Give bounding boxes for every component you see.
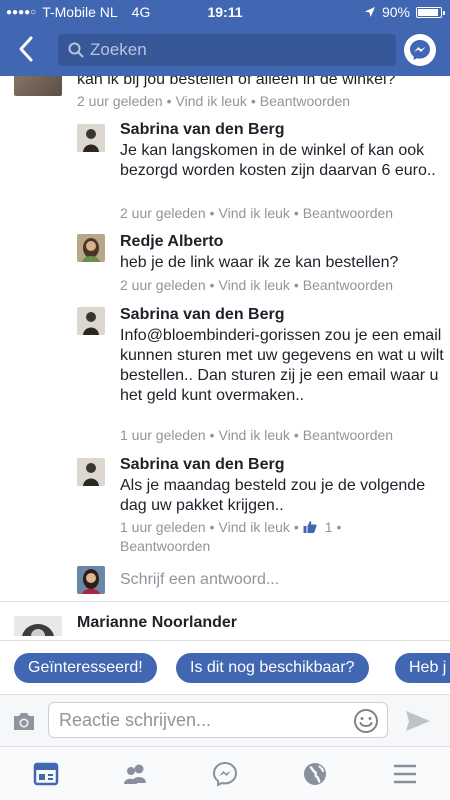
notifications-globe-icon[interactable] (302, 761, 328, 787)
messenger-icon (410, 40, 430, 60)
like-count: 1 (324, 519, 333, 535)
person-silhouette-icon (77, 307, 105, 335)
battery-percent: 90% (381, 4, 410, 20)
battery-icon (416, 6, 445, 18)
comments-thread: kan ik bij jou bestellen of alleen in de… (0, 76, 450, 636)
comment-author[interactable]: Sabrina van den Berg (120, 306, 285, 324)
news-feed-icon[interactable] (33, 761, 59, 787)
like-link[interactable]: Vind ik leuk (219, 427, 290, 443)
comment-text: kan ik bij jou bestellen of alleen in de… (77, 76, 396, 88)
current-user-avatar (77, 566, 105, 594)
person-photo-icon (77, 566, 105, 594)
location-arrow-icon (364, 7, 375, 17)
top-bar: ●●●●○ T-Mobile NL 4G 19:11 90% Zoeken (0, 0, 450, 76)
reply-link[interactable]: Beantwoorden (260, 93, 350, 109)
comment-meta: 1 uur geleden • Vind ik leuk • 1 • (120, 519, 342, 535)
send-icon[interactable] (404, 709, 432, 733)
comment-time: 1 uur geleden (120, 519, 206, 535)
menu-icon[interactable] (392, 761, 418, 787)
reply-link[interactable]: Beantwoorden (120, 538, 210, 554)
comment-text: Je kan langskomen in de winkel of kan oo… (120, 142, 436, 179)
like-link[interactable]: Vind ik leuk (219, 205, 290, 221)
avatar[interactable] (14, 76, 62, 96)
comment-composer: Reactie schrijven... (0, 694, 450, 746)
comment-meta: 2 uur geleden • Vind ik leuk • Beantwoorden (120, 205, 394, 221)
comment-text: Als je maandag besteld zou je de volgend… (120, 477, 426, 514)
person-photo-icon (14, 616, 62, 636)
comment-time: 2 uur geleden (120, 205, 206, 221)
avatar[interactable] (77, 307, 105, 335)
comment-text: Info@bloembinderi-gorissen zou je een em… (120, 327, 444, 404)
comment-text: heb je de link waar ik ze kan bestellen? (120, 254, 399, 271)
quick-reply-partial[interactable]: Heb j (395, 653, 450, 683)
reply-input[interactable]: Schrijf een antwoord... (120, 571, 279, 589)
messenger-tab-icon[interactable] (212, 761, 238, 787)
divider (0, 601, 450, 602)
like-link[interactable]: Vind ik leuk (176, 93, 247, 109)
comment-time: 1 uur geleden (120, 427, 206, 443)
emoji-icon[interactable] (353, 708, 379, 734)
reply-link[interactable]: Beantwoorden (303, 427, 393, 443)
quick-reply-available[interactable]: Is dit nog beschikbaar? (176, 653, 369, 683)
camera-icon[interactable] (12, 711, 36, 731)
search-icon (68, 42, 84, 58)
avatar[interactable] (77, 234, 105, 262)
chevron-left-icon (19, 36, 33, 62)
comment-meta: 1 uur geleden • Vind ik leuk • Beantwoorden (120, 427, 394, 443)
like-link[interactable]: Vind ik leuk (219, 519, 290, 535)
messenger-button[interactable] (404, 34, 436, 66)
reply-link[interactable]: Beantwoorden (303, 277, 393, 293)
comment-author[interactable]: Redje Alberto (120, 233, 223, 251)
quick-replies: Geïnteresseerd! Is dit nog beschikbaar? … (0, 640, 450, 694)
comment-author[interactable]: Sabrina van den Berg (120, 121, 285, 139)
quick-reply-interested[interactable]: Geïnteresseerd! (14, 653, 157, 683)
avatar[interactable] (77, 124, 105, 152)
avatar[interactable] (77, 458, 105, 486)
comment-meta: 2 uur geleden • Vind ik leuk • Beantwoorden (77, 93, 351, 109)
back-button[interactable] (14, 34, 40, 64)
comment-author[interactable]: Marianne Noorlander (77, 614, 237, 632)
search-placeholder: Zoeken (90, 40, 147, 59)
comment-time: 2 uur geleden (120, 277, 206, 293)
status-bar: ●●●●○ T-Mobile NL 4G 19:11 90% (0, 0, 450, 24)
like-link[interactable]: Vind ik leuk (219, 277, 290, 293)
person-photo-icon (77, 234, 105, 262)
thumbs-up-icon (303, 521, 317, 533)
comment-input[interactable]: Reactie schrijven... (48, 702, 388, 738)
comment-meta: 2 uur geleden • Vind ik leuk • Beantwoorden (120, 277, 394, 293)
nav-row: Zoeken (0, 28, 450, 72)
comment-time: 2 uur geleden (77, 93, 163, 109)
reply-link[interactable]: Beantwoorden (303, 205, 393, 221)
person-silhouette-icon (77, 458, 105, 486)
avatar[interactable] (14, 616, 62, 636)
search-input[interactable]: Zoeken (58, 34, 396, 66)
friends-icon[interactable] (122, 761, 148, 787)
person-silhouette-icon (77, 124, 105, 152)
tab-bar (0, 746, 450, 800)
comment-author[interactable]: Sabrina van den Berg (120, 456, 285, 474)
